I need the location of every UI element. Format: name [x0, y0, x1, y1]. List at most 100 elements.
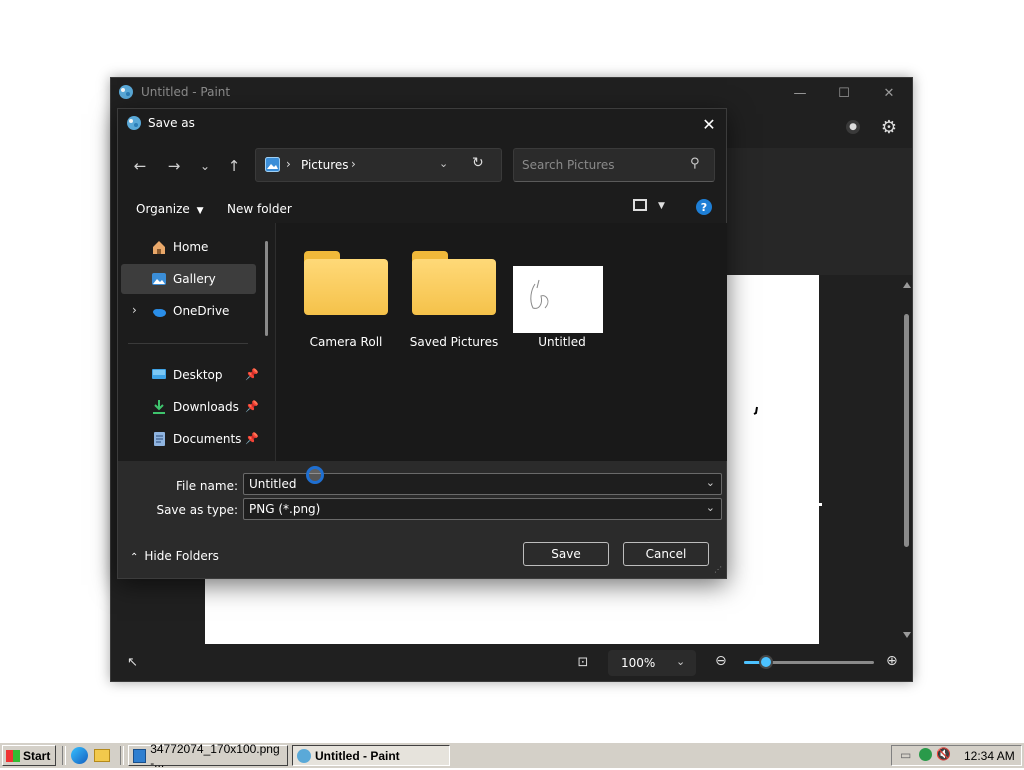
nav-pane-scrollbar[interactable]	[265, 241, 268, 336]
search-input-placeholder[interactable]: Search Pictures	[522, 158, 615, 172]
settings-gear-icon[interactable]: ⚙	[878, 116, 900, 138]
nav-item-label: Desktop	[173, 368, 223, 382]
file-item-untitled[interactable]: Untitled	[512, 243, 612, 353]
nav-item-onedrive[interactable]: › OneDrive	[121, 296, 256, 326]
new-folder-button[interactable]: New folder	[227, 202, 292, 216]
file-item-label: Untitled	[538, 335, 586, 349]
save-as-dialog: Save as ✕ ← → ⌄ ↑ › Pictures › ⌄ ↻ Searc…	[117, 108, 727, 579]
file-list: Camera Roll Saved Pictures Untitled	[275, 223, 727, 461]
folder-icon	[304, 259, 388, 315]
search-box[interactable]: Search Pictures ⚲	[513, 148, 715, 182]
chevron-down-icon[interactable]: ⌄	[706, 501, 715, 514]
file-item-label: Camera Roll	[309, 335, 383, 349]
start-button[interactable]: Start	[2, 745, 56, 766]
paint-app-icon	[119, 85, 133, 99]
zoom-slider[interactable]	[744, 655, 874, 669]
nav-item-gallery[interactable]: Gallery	[121, 264, 256, 294]
pin-icon[interactable]: 📌	[245, 400, 259, 413]
nav-item-desktop[interactable]: Desktop 📌	[121, 360, 259, 390]
vertical-scrollbar[interactable]	[901, 278, 913, 643]
nav-item-label: OneDrive	[173, 304, 230, 318]
refresh-icon[interactable]: ↻	[472, 155, 484, 171]
canvas-resize-handle[interactable]	[819, 503, 822, 506]
minimize-button[interactable]: —	[785, 82, 815, 104]
thumbnail-sketch	[530, 279, 549, 309]
help-icon[interactable]: ?	[696, 199, 712, 215]
dialog-close-button[interactable]: ✕	[696, 113, 722, 135]
file-explorer-icon[interactable]	[94, 749, 110, 762]
pin-icon[interactable]: 📌	[245, 432, 259, 445]
taskbar-divider	[120, 746, 124, 765]
breadcrumb-expand-icon[interactable]: ›	[351, 157, 356, 171]
maximize-button[interactable]: ☐	[829, 82, 859, 104]
chevron-down-icon: ⌄	[676, 655, 686, 668]
search-icon: ⚲	[690, 156, 700, 171]
edge-browser-icon[interactable]	[71, 747, 88, 764]
account-icon[interactable]: ●	[846, 120, 860, 134]
chevron-down-icon[interactable]: ⌄	[706, 476, 715, 489]
breadcrumb-separator-icon: ›	[286, 157, 291, 171]
save-button[interactable]: Save	[523, 542, 609, 566]
back-arrow-icon[interactable]: ←	[127, 153, 153, 179]
save-as-type-select[interactable]: PNG (*.png) ⌄	[243, 498, 722, 520]
zoom-out-icon[interactable]: ⊖	[715, 653, 727, 669]
close-window-button[interactable]: ✕	[874, 82, 904, 104]
scrollbar-thumb[interactable]	[904, 314, 909, 547]
view-options-icon[interactable]	[633, 199, 647, 211]
nav-divider	[128, 343, 248, 344]
expand-chevron-icon[interactable]: ›	[132, 303, 137, 317]
clock[interactable]: 12:34 AM	[964, 749, 1015, 763]
nav-item-home[interactable]: Home	[121, 232, 256, 262]
caret-down-icon: ▼	[196, 206, 204, 216]
organize-label: Organize	[136, 202, 190, 216]
paint-window-title: Untitled - Paint	[141, 85, 231, 99]
nav-item-label: Documents	[173, 432, 242, 446]
dialog-title: Save as	[148, 116, 195, 130]
file-item-label: Saved Pictures	[409, 335, 499, 349]
navigation-pane: Home Gallery › OneDrive Desktop 📌 Downlo…	[118, 223, 274, 461]
status-bar: ↖ ⊡ 100% ⌄ ⊖ ⊕	[111, 645, 912, 681]
taskbar-item-paint[interactable]: Untitled - Paint	[292, 745, 450, 766]
recent-locations-chevron-icon[interactable]: ⌄	[192, 153, 218, 179]
forward-arrow-icon[interactable]: →	[161, 153, 187, 179]
gallery-icon	[152, 273, 166, 285]
zoom-in-icon[interactable]: ⊕	[886, 653, 898, 669]
taskbar: Start 34772074_170x100.png -... Untitled…	[0, 742, 1024, 770]
file-item-saved-pictures[interactable]: Saved Pictures	[404, 243, 504, 353]
taskbar-item-image[interactable]: 34772074_170x100.png -...	[128, 742, 288, 770]
start-label: Start	[23, 748, 51, 763]
image-file-icon	[133, 748, 147, 763]
zoom-slider-thumb[interactable]	[759, 655, 773, 669]
volume-muted-icon[interactable]: 🔇	[936, 747, 951, 761]
file-item-camera-roll[interactable]: Camera Roll	[296, 243, 396, 353]
nav-item-label: Home	[173, 240, 209, 254]
scroll-down-icon[interactable]	[903, 632, 911, 638]
hide-folders-button[interactable]: ⌃ Hide Folders	[130, 549, 219, 563]
security-shield-icon[interactable]	[919, 748, 932, 761]
breadcrumb-pictures[interactable]: Pictures	[301, 158, 349, 172]
view-menu-caret-icon[interactable]: ▼	[658, 201, 665, 211]
fit-to-window-icon[interactable]: ⊡	[574, 653, 592, 671]
cancel-button[interactable]: Cancel	[623, 542, 709, 566]
navigation-bar: ← → ⌄ ↑ › Pictures › ⌄ ↻ Search Pictures…	[118, 145, 726, 187]
zoom-level-select[interactable]: 100% ⌄	[608, 650, 696, 676]
file-name-value: Untitled	[249, 477, 297, 491]
taskbar-divider	[62, 746, 66, 765]
resize-grip-icon[interactable]: ⋰	[714, 565, 722, 574]
address-bar[interactable]: › Pictures › ⌄ ↻	[255, 148, 502, 182]
folder-icon	[412, 259, 496, 315]
scroll-up-icon[interactable]	[903, 282, 911, 288]
paint-titlebar[interactable]: Untitled - Paint — ☐ ✕	[111, 78, 912, 108]
network-icon[interactable]: ▭	[900, 748, 911, 762]
busy-cursor-icon	[306, 466, 324, 484]
nav-item-documents[interactable]: Documents 📌	[121, 424, 259, 454]
file-name-label: File name:	[176, 479, 238, 493]
taskbar-item-label: Untitled - Paint	[315, 748, 400, 763]
paint-app-icon	[127, 116, 141, 130]
nav-item-downloads[interactable]: Downloads 📌	[121, 392, 259, 422]
pin-icon[interactable]: 📌	[245, 368, 259, 381]
up-arrow-icon[interactable]: ↑	[221, 153, 247, 179]
save-as-type-label: Save as type:	[156, 503, 238, 517]
address-history-chevron-icon[interactable]: ⌄	[439, 157, 448, 170]
organize-button[interactable]: Organize ▼	[136, 202, 204, 216]
